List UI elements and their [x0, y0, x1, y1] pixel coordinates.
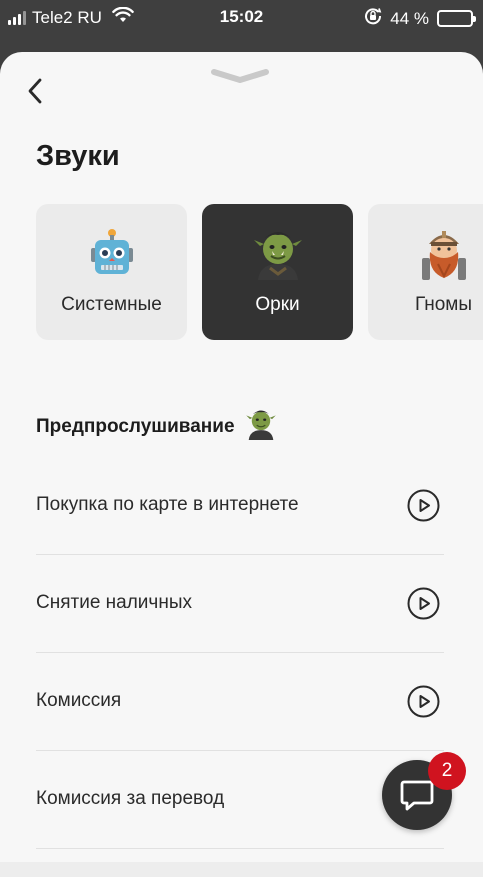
- sound-pack-label: Гномы: [415, 294, 472, 315]
- back-button[interactable]: [20, 76, 50, 106]
- sound-label: Комиссия за перевод: [36, 788, 225, 809]
- orientation-lock-icon: [364, 7, 382, 30]
- page-title: Звуки: [36, 140, 120, 172]
- sound-label: Снятие наличных: [36, 592, 192, 613]
- chat-badge: 2: [428, 752, 466, 790]
- battery-icon: [437, 10, 476, 27]
- sound-pack-card-system[interactable]: Системные: [36, 204, 187, 340]
- preview-title-text: Предпрослушивание: [36, 416, 235, 437]
- status-right: 44 %: [364, 7, 476, 30]
- sheet-grabber-chevron-icon[interactable]: [210, 68, 270, 91]
- play-icon[interactable]: [407, 587, 440, 620]
- sound-pack-label: Системные: [61, 294, 162, 315]
- list-item[interactable]: Снятие наличных: [36, 555, 444, 653]
- battery-percent: 44 %: [390, 8, 429, 28]
- preview-section-title: Предпрослушивание: [36, 407, 277, 447]
- list-item[interactable]: Покупка по карте в интернете: [36, 457, 444, 555]
- status-bar: Tele2 RU 15:02 44 %: [0, 0, 483, 34]
- chat-icon: [400, 780, 434, 811]
- sounds-sheet: Звуки Системные Орки Гномы Предпрослушив…: [0, 52, 483, 862]
- robot-icon: [36, 228, 187, 280]
- sound-label: Покупка по карте в интернете: [36, 494, 299, 515]
- play-icon[interactable]: [407, 489, 440, 522]
- sound-pack-card-dwarves[interactable]: Гномы: [368, 204, 483, 340]
- list-item[interactable]: Комиссия: [36, 653, 444, 751]
- sound-pack-carousel[interactable]: Системные Орки Гномы: [36, 204, 483, 342]
- bottom-strip: [0, 862, 483, 877]
- dwarf-icon: [368, 228, 483, 280]
- sound-label: Комиссия: [36, 690, 122, 711]
- sound-pack-label: Орки: [255, 294, 300, 315]
- chevron-left-icon: [28, 78, 42, 104]
- sound-pack-card-orcs[interactable]: Орки: [202, 204, 353, 340]
- orc-icon: [202, 228, 353, 280]
- play-icon[interactable]: [407, 685, 440, 718]
- orc-icon: [245, 407, 277, 447]
